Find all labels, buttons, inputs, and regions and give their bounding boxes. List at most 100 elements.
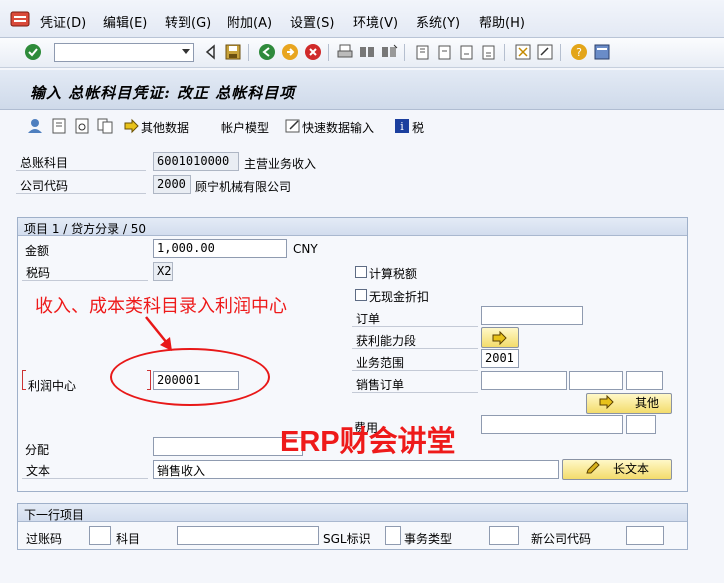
layout-menu-icon[interactable]: [593, 43, 611, 61]
sap-menu-icon[interactable]: [10, 9, 30, 29]
fast-entry-button[interactable]: 快速数据输入: [302, 119, 374, 136]
page-title: 输入 总帐科目凭证: 改正 总帐科目项: [30, 84, 296, 102]
menu-bar: 凭证(D) 编辑(E) 转到(G) 附加(A) 设置(S) 环境(V) 系统(Y…: [0, 0, 724, 38]
toolbar-separator: [328, 44, 329, 61]
toolbar-separator: [560, 44, 561, 61]
profit-center-bracket-left: [22, 370, 26, 390]
long-text-button-label: 长文本: [612, 462, 649, 476]
menu-voucher[interactable]: 凭证(D): [40, 12, 86, 31]
item-group-title: 项目 1 / 贷方分录 / 50: [18, 218, 687, 236]
last-page-icon[interactable]: [480, 43, 498, 61]
sgl-input[interactable]: [385, 526, 401, 545]
sales-order-input[interactable]: [481, 371, 567, 390]
arrow-right-icon: [492, 330, 507, 346]
assignment-label: 分配: [25, 443, 50, 457]
menu-system[interactable]: 系统(Y): [416, 12, 460, 31]
menu-edit[interactable]: 编辑(E): [103, 12, 147, 31]
profit-center-label: 利润中心: [28, 379, 77, 393]
new-session-icon[interactable]: [514, 43, 532, 61]
prev-page-icon[interactable]: [436, 43, 454, 61]
other-button[interactable]: 其他: [586, 393, 672, 414]
account-input[interactable]: [177, 526, 319, 545]
arrow-right-icon: [599, 394, 614, 410]
enter-check-icon[interactable]: [24, 43, 42, 61]
document-icon[interactable]: [50, 117, 68, 135]
tax-code-value: X2: [153, 262, 173, 281]
company-code-value: 2000: [153, 175, 191, 194]
tax-code-label: 税码: [22, 262, 148, 281]
application-toolbar: 其他数据 帐户模型 快速数据输入 i 税: [0, 112, 724, 140]
amount-input[interactable]: 1,000.00: [153, 239, 287, 258]
watermark-text: ERP财会讲堂: [280, 426, 456, 458]
sales-order-item-input[interactable]: [569, 371, 623, 390]
find-next-icon[interactable]: [380, 43, 398, 61]
profit-segment-button[interactable]: [481, 327, 519, 348]
text-input[interactable]: 销售收入: [153, 460, 559, 479]
order-input[interactable]: [481, 306, 583, 325]
long-text-button[interactable]: 长文本: [562, 459, 672, 480]
title-bar: 输入 总帐科目凭证: 改正 总帐科目项: [0, 70, 724, 110]
profit-segment-label: 获利能力段: [352, 330, 478, 349]
cost-input[interactable]: [481, 415, 623, 434]
gl-account-value: 6001010000: [153, 152, 239, 171]
exit-icon[interactable]: [281, 43, 299, 61]
calc-tax-checkbox[interactable]: [355, 266, 367, 278]
currency-text: CNY: [293, 242, 318, 256]
pencil-icon: [586, 461, 600, 474]
copy-icon[interactable]: [96, 117, 114, 135]
save-icon[interactable]: [224, 43, 242, 61]
company-code-label: 公司代码: [16, 175, 146, 194]
account-model-button[interactable]: 帐户模型: [221, 119, 269, 136]
system-toolbar: ?: [0, 38, 724, 68]
order-label: 订单: [352, 308, 478, 327]
toolbar-separator: [404, 44, 405, 61]
next-page-icon[interactable]: [458, 43, 476, 61]
tax-button[interactable]: 税: [412, 119, 424, 136]
calc-tax-label: 计算税额: [369, 267, 418, 281]
menu-help[interactable]: 帮助(H): [479, 12, 525, 31]
menu-extras[interactable]: 附加(A): [227, 12, 272, 31]
other-button-label: 其他: [634, 396, 659, 410]
sales-order-schedule-input[interactable]: [626, 371, 663, 390]
new-company-code-label: 新公司代码: [531, 532, 592, 546]
cancel-icon[interactable]: [304, 43, 322, 61]
gl-account-text: 主营业务收入: [244, 157, 317, 171]
back-icon[interactable]: [258, 43, 276, 61]
user-icon[interactable]: [26, 117, 44, 135]
first-page-icon[interactable]: [414, 43, 432, 61]
next-item-group-title: 下一行项目: [18, 504, 687, 522]
find-icon[interactable]: [358, 43, 376, 61]
account-label: 科目: [116, 532, 141, 546]
highlight-ellipse: [110, 348, 270, 406]
svg-text:i: i: [400, 120, 404, 133]
toolbar-separator: [504, 44, 505, 61]
sales-order-label: 销售订单: [352, 374, 478, 393]
no-cash-discount-label: 无现金折扣: [369, 290, 430, 304]
print-icon[interactable]: [336, 43, 354, 61]
toolbar-separator: [248, 44, 249, 61]
display-icon[interactable]: [73, 117, 91, 135]
svg-text:?: ?: [576, 46, 582, 59]
other-data-button[interactable]: 其他数据: [141, 119, 189, 136]
text-label: 文本: [22, 460, 148, 479]
business-area-label: 业务范围: [352, 352, 478, 371]
company-code-text: 顾宁机械有限公司: [195, 180, 292, 194]
chevron-down-icon[interactable]: [182, 49, 190, 54]
new-company-code-input[interactable]: [626, 526, 664, 545]
sgl-label: SGL标识: [323, 532, 371, 546]
menu-settings[interactable]: 设置(S): [290, 12, 334, 31]
help-icon[interactable]: ?: [570, 43, 588, 61]
business-area-input[interactable]: 2001: [481, 349, 519, 368]
menu-goto[interactable]: 转到(G): [165, 12, 211, 31]
menu-environment[interactable]: 环境(V): [353, 12, 398, 31]
no-cash-discount-checkbox[interactable]: [355, 289, 367, 301]
tax-info-icon[interactable]: i: [393, 117, 411, 135]
other-data-arrow-icon[interactable]: [122, 117, 140, 135]
fast-entry-icon[interactable]: [284, 117, 302, 135]
transaction-type-input[interactable]: [489, 526, 519, 545]
command-field[interactable]: [54, 43, 194, 62]
posting-key-input[interactable]: [89, 526, 111, 545]
shortcut-icon[interactable]: [536, 43, 554, 61]
cost-extra-input[interactable]: [626, 415, 656, 434]
back-arrow-icon[interactable]: [202, 43, 220, 61]
